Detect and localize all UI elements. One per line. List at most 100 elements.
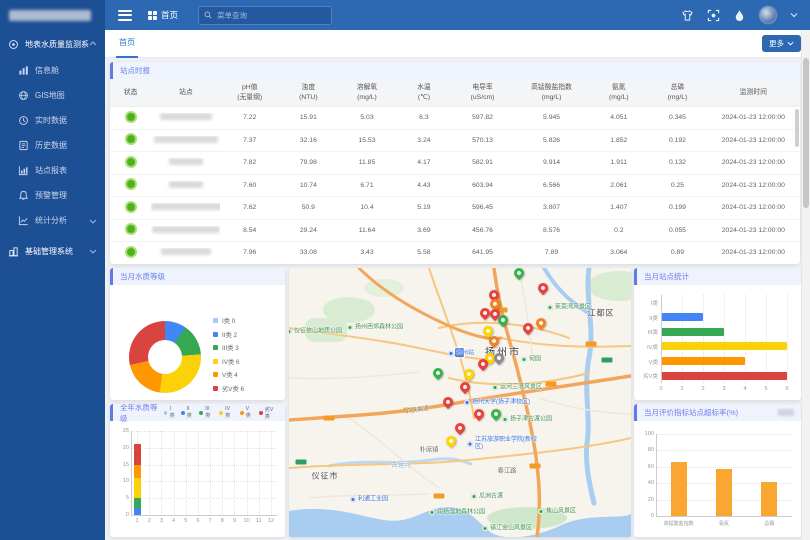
tab-home[interactable]: 首页 [116, 30, 138, 58]
value-cell: 2024-01-23 12:00:00 [707, 137, 800, 144]
legend-dot [213, 386, 218, 391]
column-unit: (mg/L) [357, 93, 377, 103]
panel-title-station-report: 站点时报 [110, 62, 800, 79]
status-dot-normal [125, 246, 137, 258]
x-tick-3: 3 [156, 518, 166, 524]
map-pin-red[interactable] [455, 423, 465, 433]
map-pin-red[interactable] [474, 409, 484, 419]
legend-dot [259, 411, 263, 415]
map-pin-green[interactable] [514, 268, 524, 278]
column-title: 浊度 [302, 83, 316, 93]
map-pin-orange[interactable] [490, 299, 500, 309]
y-tick-20: 20 [640, 497, 654, 503]
map-pin-green[interactable] [491, 409, 501, 419]
map-pin-red[interactable] [443, 397, 453, 407]
legend-item-I类: I类 [164, 406, 176, 419]
gridline [247, 431, 248, 515]
legend-label: V类 4 [222, 370, 238, 379]
hamburger-menu-icon[interactable] [118, 10, 132, 21]
map-pin-yellow[interactable] [464, 369, 474, 379]
sidebar-item-GIS地图[interactable]: GIS地图 [0, 83, 105, 108]
map-pin-green[interactable] [498, 315, 508, 325]
map-pin-green[interactable] [433, 368, 443, 378]
value-cell: 5.826 [514, 137, 590, 144]
map-pin-orange[interactable] [536, 318, 546, 328]
exceed-bar-高锰酸盐指数 [671, 462, 687, 516]
gis-map-panel[interactable]: 扬州市江都区仪征市朴席镇古运河春江路沪陕高速扬州站扬州西郊森林公园仪征捺山地质公… [289, 268, 631, 537]
map-pin-red[interactable] [460, 382, 470, 392]
map-pin-red[interactable] [480, 308, 490, 318]
table-scrollbar-thumb[interactable] [795, 109, 799, 147]
sidebar-group-label: 地表水质量监测系统 [25, 39, 89, 50]
breadcrumb-home[interactable]: 首页 [148, 9, 178, 21]
legend-dot [213, 372, 218, 377]
legend-label: II类 2 [222, 330, 237, 339]
sidebar-item-历史数据[interactable]: 历史数据 [0, 133, 105, 158]
station-name-redacted [169, 158, 203, 165]
monthly-grade-donut-chart: I类 0II类 2III类 3IV类 6V类 4劣V类 6 [110, 285, 285, 400]
more-button[interactable]: 更多 [762, 35, 801, 52]
value-cell: 3.24 [396, 137, 451, 144]
hbar-III类 [662, 328, 724, 336]
status-dot-normal [125, 156, 137, 168]
page-scrollbar-thumb[interactable] [803, 58, 809, 208]
map-pin-orange[interactable] [489, 336, 499, 346]
value-cell: 4.17 [396, 159, 451, 166]
status-cell [110, 156, 151, 170]
search-input[interactable] [215, 10, 326, 21]
sidebar-group-2[interactable]: 基础管理系统 [0, 237, 105, 265]
value-cell: 4.43 [396, 182, 451, 189]
table-row: 7.2215.915.036.3597.825.9454.0510.345202… [110, 107, 800, 130]
table-row: 8.5429.2411.643.69456.768.5760.20.055202… [110, 220, 800, 243]
x-cat-总磷: 总磷 [744, 520, 794, 527]
legend-label: V类 [246, 406, 254, 419]
sidebar-item-预警管理[interactable]: 预警管理 [0, 183, 105, 208]
value-cell: 10.74 [279, 182, 338, 189]
status-cell [110, 111, 151, 125]
column-header-pH值: pH值(无量纲) [220, 83, 279, 103]
x-cat-高锰酸盐指数: 高锰酸盐指数 [654, 520, 704, 527]
sidebar-item-信息舱[interactable]: 信息舱 [0, 58, 105, 83]
station-cell [151, 203, 220, 212]
y-tick-80: 80 [640, 447, 654, 453]
map-pin-red[interactable] [478, 359, 488, 369]
user-menu-chevron-down-icon[interactable] [790, 11, 798, 19]
panel-title-monthly-grade: 当月水质等级 [110, 268, 285, 285]
column-title: 站点 [179, 88, 193, 98]
value-cell: 603.94 [452, 182, 514, 189]
chevron-down-icon [89, 217, 97, 225]
sidebar-item-label: 历史数据 [35, 140, 67, 151]
stacked-bar-segment-IV类 [134, 478, 141, 498]
sidebar-item-站点报表[interactable]: 站点报表 [0, 158, 105, 183]
legend-label: 劣V类 [265, 406, 278, 420]
water-drop-icon[interactable] [733, 9, 746, 22]
map-pin-red[interactable] [523, 323, 533, 333]
sidebar-group-1[interactable]: 地表水质量监测系统 [0, 30, 105, 58]
x-tick-4: 4 [169, 518, 179, 524]
fullscreen-capture-icon[interactable] [707, 9, 720, 22]
map-pin-yellow[interactable] [446, 436, 456, 446]
user-avatar[interactable] [759, 6, 777, 24]
grid-icon [148, 11, 157, 20]
value-cell: 2024-01-23 12:00:00 [707, 159, 800, 166]
y-tick-60: 60 [640, 464, 654, 470]
page-scrollbar[interactable] [801, 30, 810, 540]
sidebar-item-实时数据[interactable]: 实时数据 [0, 108, 105, 133]
sidebar-group-label: 基础管理系统 [25, 246, 73, 257]
value-cell: 7.22 [220, 114, 279, 121]
value-cell: 582.91 [452, 159, 514, 166]
value-cell: 50.9 [279, 204, 338, 211]
top-header: 首页 [105, 0, 810, 30]
map-pin-gray[interactable] [494, 353, 504, 363]
column-unit: (无量纲) [237, 93, 262, 103]
gridline [234, 431, 235, 515]
map-base-layer [289, 268, 631, 537]
value-cell: 3.807 [514, 204, 590, 211]
map-pin-red[interactable] [538, 283, 548, 293]
map-pin-yellow[interactable] [483, 326, 493, 336]
gridline [131, 481, 277, 482]
sidebar-item-统计分析[interactable]: 统计分析 [0, 208, 105, 233]
theme-skin-icon[interactable] [681, 9, 694, 22]
sidebar-item-label: 预警管理 [35, 190, 67, 201]
value-cell: 2024-01-23 12:00:00 [707, 249, 800, 256]
